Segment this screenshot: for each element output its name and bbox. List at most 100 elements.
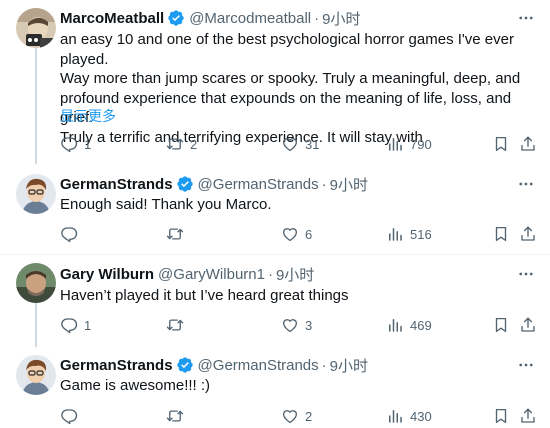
verified-badge-icon bbox=[167, 9, 185, 27]
views-button[interactable]: 430 bbox=[386, 406, 432, 426]
retweet-icon bbox=[166, 407, 184, 425]
share-icon bbox=[519, 225, 537, 243]
author-name[interactable]: MarcoMeatball bbox=[60, 10, 164, 27]
reply-icon bbox=[60, 135, 78, 153]
tweet-germanstrands-reply-1[interactable]: GermanStrands @GermanStrands · 9小时 Enoug… bbox=[0, 164, 550, 254]
more-options-icon[interactable] bbox=[516, 8, 536, 28]
tweet-garywilburn[interactable]: Gary Wilburn @GaryWilburn1 · 9小时 Haven’t… bbox=[0, 255, 550, 347]
reply-icon bbox=[60, 225, 78, 243]
verified-badge-icon bbox=[176, 175, 194, 193]
share-button[interactable] bbox=[519, 315, 537, 335]
like-button[interactable]: 2 bbox=[281, 406, 312, 426]
bookmark-button[interactable] bbox=[492, 315, 510, 335]
author-handle[interactable]: @GermanStrands bbox=[198, 357, 319, 374]
timestamp[interactable]: 9小时 bbox=[276, 264, 314, 285]
view-count: 790 bbox=[410, 136, 432, 152]
tweet-text-line: Haven’t played it but I’ve heard great t… bbox=[60, 287, 349, 304]
reply-button[interactable] bbox=[60, 224, 84, 244]
author-name[interactable]: GermanStrands bbox=[60, 176, 173, 193]
heart-icon bbox=[281, 225, 299, 243]
like-count: 31 bbox=[305, 136, 320, 152]
timestamp[interactable]: 9小时 bbox=[330, 355, 368, 376]
heart-icon bbox=[281, 316, 299, 334]
author-handle[interactable]: @GermanStrands bbox=[198, 176, 319, 193]
like-button[interactable]: 3 bbox=[281, 315, 312, 335]
separator-dot: · bbox=[321, 356, 327, 374]
retweet-icon bbox=[166, 316, 184, 334]
tweet-text-line: an easy 10 and one of the best psycholog… bbox=[60, 31, 514, 68]
tweet-header: GermanStrands @GermanStrands · 9小时 bbox=[60, 355, 368, 375]
share-icon bbox=[519, 407, 537, 425]
tweet-marcomeatball[interactable]: MarcoMeatball @Marcodmeatball · 9小时 an e… bbox=[0, 0, 550, 164]
retweet-button[interactable] bbox=[166, 224, 190, 244]
share-button[interactable] bbox=[519, 134, 537, 154]
show-more-link[interactable]: 显示更多 bbox=[60, 106, 116, 126]
views-chart-icon bbox=[386, 407, 404, 425]
reply-button[interactable]: 1 bbox=[60, 134, 91, 154]
bookmark-icon bbox=[492, 225, 510, 243]
tweet-text: Haven’t played it but I’ve heard great t… bbox=[60, 286, 538, 306]
reply-button[interactable] bbox=[60, 406, 84, 426]
timestamp[interactable]: 9小时 bbox=[330, 174, 368, 195]
heart-icon bbox=[281, 135, 299, 153]
separator-dot: · bbox=[314, 9, 320, 27]
separator-dot: · bbox=[321, 175, 327, 193]
bookmark-button[interactable] bbox=[492, 134, 510, 154]
separator-dot: · bbox=[267, 265, 273, 283]
more-options-icon[interactable] bbox=[516, 264, 536, 284]
heart-icon bbox=[281, 407, 299, 425]
views-button[interactable]: 516 bbox=[386, 224, 432, 244]
author-name[interactable]: GermanStrands bbox=[60, 357, 173, 374]
retweet-button[interactable] bbox=[166, 406, 190, 426]
share-icon bbox=[519, 316, 537, 334]
tweet-header: Gary Wilburn @GaryWilburn1 · 9小时 bbox=[60, 264, 314, 284]
tweet-germanstrands-reply-2[interactable]: GermanStrands @GermanStrands · 9小时 Game … bbox=[0, 346, 550, 428]
avatar[interactable] bbox=[16, 174, 56, 214]
like-button[interactable]: 31 bbox=[281, 134, 319, 154]
action-bar: 1 2 31 790 bbox=[60, 134, 536, 154]
bookmark-button[interactable] bbox=[492, 224, 510, 244]
reply-count: 1 bbox=[84, 317, 92, 333]
more-options-icon[interactable] bbox=[516, 355, 536, 375]
views-chart-icon bbox=[386, 316, 404, 334]
avatar[interactable] bbox=[16, 263, 56, 303]
author-name[interactable]: Gary Wilburn bbox=[60, 266, 154, 283]
author-handle[interactable]: @Marcodmeatball bbox=[189, 10, 311, 27]
view-count: 469 bbox=[410, 317, 432, 333]
reply-button[interactable]: 1 bbox=[60, 315, 91, 335]
bookmark-button[interactable] bbox=[492, 406, 510, 426]
share-button[interactable] bbox=[519, 406, 537, 426]
tweet-text-line: Way more than jump scares or spooky. Tru… bbox=[60, 70, 521, 88]
action-bar: 6 516 bbox=[60, 224, 536, 244]
timestamp[interactable]: 9小时 bbox=[322, 8, 360, 29]
share-icon bbox=[519, 135, 537, 153]
like-button[interactable]: 6 bbox=[281, 224, 312, 244]
tweet-text: an easy 10 and one of the best psycholog… bbox=[60, 30, 538, 148]
retweet-button[interactable]: 2 bbox=[166, 134, 197, 154]
views-button[interactable]: 790 bbox=[386, 134, 432, 154]
share-button[interactable] bbox=[519, 224, 537, 244]
avatar[interactable] bbox=[16, 355, 56, 395]
like-count: 6 bbox=[305, 226, 313, 242]
retweet-button[interactable] bbox=[166, 315, 190, 335]
tweet-text: Game is awesome!!! :) bbox=[60, 376, 538, 396]
thread-line bbox=[35, 301, 37, 347]
like-count: 2 bbox=[305, 408, 313, 424]
reply-count: 1 bbox=[84, 136, 92, 152]
like-count: 3 bbox=[305, 317, 313, 333]
avatar[interactable] bbox=[16, 8, 56, 48]
retweet-icon bbox=[166, 225, 184, 243]
author-handle[interactable]: @GaryWilburn1 bbox=[158, 266, 265, 283]
more-options-icon[interactable] bbox=[516, 174, 536, 194]
views-chart-icon bbox=[386, 225, 404, 243]
tweet-text-line: Game is awesome!!! :) bbox=[60, 377, 211, 394]
views-chart-icon bbox=[386, 135, 404, 153]
tweet-header: GermanStrands @GermanStrands · 9小时 bbox=[60, 174, 368, 194]
retweet-count: 2 bbox=[190, 136, 198, 152]
tweet-text-line: profound experience that expounds on the… bbox=[60, 89, 512, 127]
action-bar: 1 3 469 bbox=[60, 315, 536, 335]
bookmark-icon bbox=[492, 407, 510, 425]
views-button[interactable]: 469 bbox=[386, 315, 432, 335]
bookmark-icon bbox=[492, 316, 510, 334]
bookmark-icon bbox=[492, 135, 510, 153]
